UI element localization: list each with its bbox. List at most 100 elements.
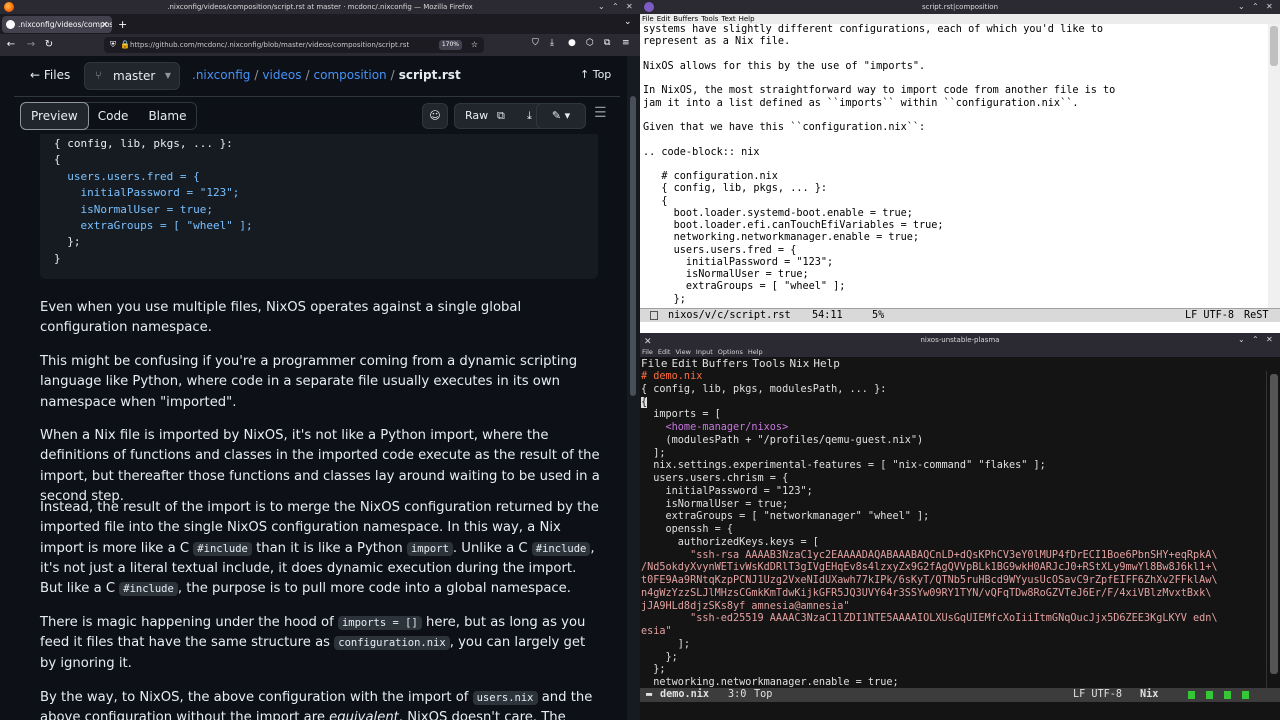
- scrollbar-thumb[interactable]: [1270, 374, 1278, 674]
- download-icon[interactable]: ⤓: [527, 104, 532, 128]
- menu-buffers[interactable]: Buffers: [673, 15, 698, 23]
- buffer-line: In NixOS, the most straightforward way t…: [643, 85, 1116, 97]
- emacs-menubar: File Edit Buffers Tools Nix Help: [640, 357, 1280, 371]
- raw-button[interactable]: Raw: [465, 109, 488, 122]
- menu-help[interactable]: Help: [739, 15, 755, 23]
- paragraph: When a Nix file is imported by NixOS, it…: [40, 428, 600, 504]
- maximize-icon[interactable]: ⌃: [1252, 0, 1259, 14]
- downloads-icon[interactable]: ⤓: [550, 38, 554, 48]
- back-button[interactable]: ←: [4, 38, 18, 52]
- top-button[interactable]: ↑ Top: [580, 68, 611, 81]
- menu-buffers[interactable]: Buffers: [702, 357, 748, 370]
- extension-icon[interactable]: ●: [568, 38, 576, 48]
- minimize-icon[interactable]: ⌄: [1238, 333, 1245, 347]
- copilot-icon[interactable]: ☺: [422, 103, 448, 129]
- forward-button[interactable]: →: [24, 38, 38, 52]
- lock-icon[interactable]: 🔒: [120, 37, 130, 53]
- window-title: script.rst|composition: [921, 3, 999, 11]
- buffer-scrollbar[interactable]: [1266, 371, 1280, 688]
- minimize-icon[interactable]: ⌄: [598, 0, 605, 14]
- breadcrumb-link[interactable]: composition: [314, 68, 387, 82]
- menu-edit[interactable]: Edit: [658, 348, 671, 356]
- tab-bar: .nixconfig/videos/compos ✕ + ⌄: [0, 14, 640, 34]
- files-toggle-button[interactable]: ← Files: [30, 68, 70, 82]
- konsole-menubar: File Edit View Input Options Help: [640, 347, 1280, 357]
- menu-tools[interactable]: Tools: [752, 357, 785, 370]
- extensions-puzzle-icon[interactable]: ⧉: [604, 38, 610, 48]
- pocket-icon[interactable]: ⛉: [532, 38, 539, 48]
- url-bar[interactable]: ⛨ 🔒 https://github.com/mcdonc/.nixconfig…: [104, 37, 484, 53]
- menu-help[interactable]: Help: [748, 348, 763, 356]
- menu-icon[interactable]: ≡: [622, 38, 630, 48]
- text-cursor: {: [641, 396, 648, 408]
- git-branch-icon: ⑂: [95, 69, 102, 82]
- branch-selector[interactable]: ⑂ master ▼: [84, 62, 180, 90]
- edit-button[interactable]: ✎ ▾: [536, 103, 586, 129]
- breadcrumb-link[interactable]: .nixconfig: [192, 68, 250, 82]
- menu-view[interactable]: View: [675, 348, 690, 356]
- close-icon[interactable]: ✕: [1266, 333, 1273, 347]
- buffer-scrollbar[interactable]: [1268, 24, 1280, 308]
- tab-code[interactable]: Code: [88, 103, 139, 129]
- menu-text[interactable]: Text: [721, 15, 735, 23]
- browser-tab[interactable]: .nixconfig/videos/compos ✕: [2, 16, 112, 33]
- menu-file[interactable]: File: [641, 357, 668, 370]
- minimize-icon[interactable]: ⌄: [1238, 0, 1245, 14]
- buffer-line: n4gWzYzzSLJlMHzsCGmkKmTdwKijkGFR5JQ3UVY6…: [641, 587, 1212, 599]
- mode-line-major-mode: Nix: [1140, 689, 1159, 700]
- scrollbar-thumb[interactable]: [1270, 26, 1278, 66]
- page-scrollbar[interactable]: [627, 56, 640, 720]
- menu-file[interactable]: File: [642, 348, 653, 356]
- mode-line-encoding: LF UTF-8: [1185, 310, 1235, 321]
- shield-icon[interactable]: ⛨: [110, 37, 116, 53]
- buffer-line: # demo.nix: [641, 371, 703, 382]
- emacs-menubar: File Edit Buffers Tools Text Help: [640, 14, 1280, 24]
- bookmark-star-icon[interactable]: ☆: [471, 37, 478, 53]
- tab-title: .nixconfig/videos/compos: [18, 20, 112, 29]
- buffer-line: [643, 110, 1268, 122]
- menu-edit[interactable]: Edit: [672, 357, 699, 370]
- status-block: [1242, 691, 1249, 699]
- maximize-icon[interactable]: ⌃: [612, 0, 619, 14]
- url-text[interactable]: https://github.com/mcdonc/.nixconfig/blo…: [130, 41, 409, 49]
- menu-file[interactable]: File: [642, 15, 654, 23]
- zoom-level[interactable]: 170%: [438, 40, 462, 50]
- mode-line-major-mode: ReST: [1244, 310, 1269, 321]
- tab-preview[interactable]: Preview: [20, 102, 89, 130]
- reload-button[interactable]: ↻: [42, 38, 56, 52]
- menu-options[interactable]: Options: [718, 348, 743, 356]
- maximize-icon[interactable]: ⌃: [1252, 333, 1259, 347]
- emacs-logo-icon: [644, 2, 654, 12]
- file-toolbar: Preview Code Blame ☺ Raw ⧉ ⤓ ✎ ▾ ☰: [14, 96, 620, 134]
- menu-tools[interactable]: Tools: [701, 15, 718, 23]
- extension-icon[interactable]: ⬡: [586, 38, 594, 48]
- buffer-line: };: [643, 293, 686, 305]
- close-icon[interactable]: ✕: [626, 0, 633, 14]
- menu-nix[interactable]: Nix: [789, 357, 809, 370]
- new-tab-button[interactable]: +: [118, 16, 127, 33]
- paragraph: This might be confusing if you're a prog…: [40, 354, 578, 410]
- buffer-line: users.users.fred = {: [643, 244, 797, 256]
- breadcrumb: .nixconfig / videos / composition / script.rst: [192, 68, 461, 82]
- tab-close-icon[interactable]: ✕: [101, 16, 108, 33]
- copy-icon[interactable]: ⧉: [497, 104, 505, 128]
- menu-edit[interactable]: Edit: [657, 15, 671, 23]
- paragraph: Instead, the result of the import is to …: [40, 500, 599, 597]
- editor-buffer[interactable]: systems have slightly different configur…: [640, 24, 1268, 308]
- breadcrumb-link[interactable]: videos: [262, 68, 301, 82]
- tab-blame[interactable]: Blame: [138, 103, 196, 129]
- outline-icon[interactable]: ☰: [594, 105, 607, 121]
- scrollbar-thumb[interactable]: [630, 96, 636, 396]
- buffer-line: nix.settings.experimental-features = [ "…: [641, 460, 1046, 472]
- code-line: };: [54, 235, 81, 249]
- mode-line-position: 3:0: [728, 689, 747, 700]
- tab-list-icon[interactable]: ⌄: [624, 17, 632, 27]
- buffer-line: /Nd5okdyXvynWETivWsKdDRlT3gIVgEHqEv8s4lz…: [641, 562, 1218, 574]
- buffer-line: [643, 159, 1268, 171]
- file-header: ← Files ⑂ master ▼ .nixconfig / videos / com…: [0, 56, 627, 96]
- menu-help[interactable]: Help: [813, 357, 840, 370]
- close-icon[interactable]: ✕: [1266, 0, 1273, 14]
- menu-input[interactable]: Input: [696, 348, 713, 356]
- editor-buffer[interactable]: # demo.nix{ config, lib, pkgs, modulesPa…: [640, 371, 1266, 688]
- buffer-line: <home-manager/nixos>: [641, 422, 789, 433]
